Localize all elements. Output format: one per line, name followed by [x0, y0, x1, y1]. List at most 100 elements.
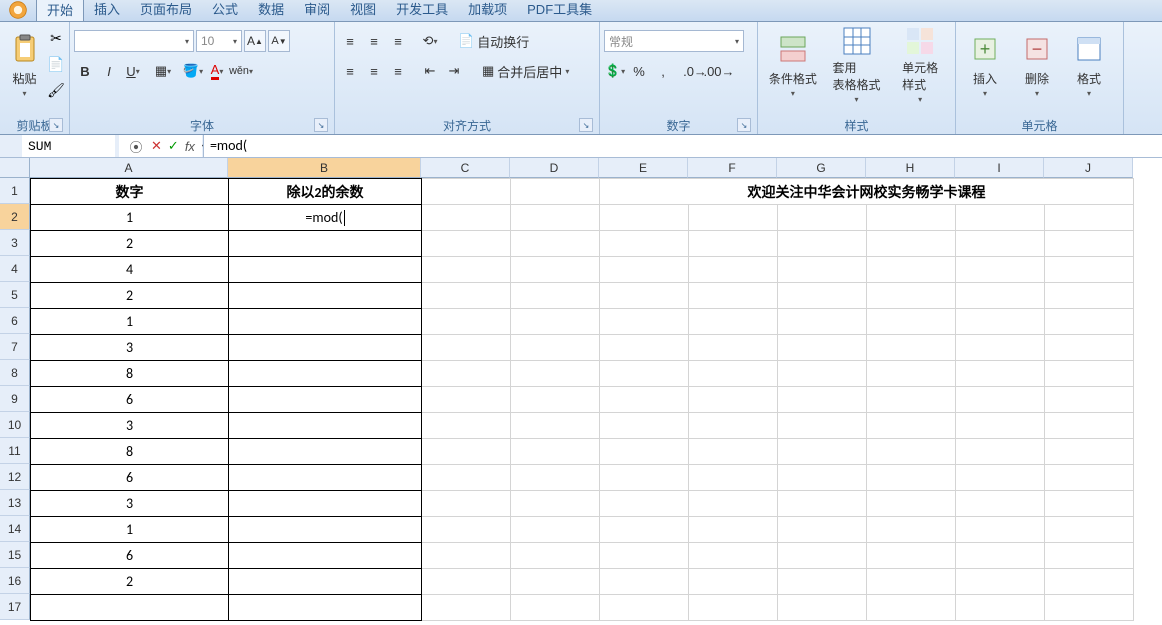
cell-G11[interactable]: [778, 439, 867, 465]
cell-A3[interactable]: 2: [31, 231, 229, 257]
cell-E3[interactable]: [600, 231, 689, 257]
dialog-launcher-icon[interactable]: ↘: [49, 118, 63, 132]
cell-E8[interactable]: [600, 361, 689, 387]
cell-J11[interactable]: [1045, 439, 1134, 465]
cell-H6[interactable]: [867, 309, 956, 335]
cell-I16[interactable]: [956, 569, 1045, 595]
cell-D11[interactable]: [511, 439, 600, 465]
cell-B5[interactable]: [229, 283, 422, 309]
cell-C15[interactable]: [422, 543, 511, 569]
cell-A17[interactable]: [31, 595, 229, 621]
cell-J4[interactable]: [1045, 257, 1134, 283]
cell-E9[interactable]: [600, 387, 689, 413]
cell-D14[interactable]: [511, 517, 600, 543]
cell-F7[interactable]: [689, 335, 778, 361]
align-bottom-icon[interactable]: ≡: [387, 30, 409, 52]
cell-B15[interactable]: [229, 543, 422, 569]
underline-button[interactable]: U▾: [122, 60, 144, 82]
cell-H12[interactable]: [867, 465, 956, 491]
cell-C7[interactable]: [422, 335, 511, 361]
enter-icon[interactable]: [168, 138, 179, 154]
row-header-16[interactable]: 16: [0, 568, 30, 594]
cell-E13[interactable]: [600, 491, 689, 517]
cell-G5[interactable]: [778, 283, 867, 309]
fx-icon[interactable]: fx: [185, 139, 195, 154]
number-format-combo[interactable]: 常规▾: [604, 30, 744, 52]
cell-J14[interactable]: [1045, 517, 1134, 543]
cell-H11[interactable]: [867, 439, 956, 465]
cell-styles-button[interactable]: 单元格 样式▾: [889, 24, 951, 104]
cell-F13[interactable]: [689, 491, 778, 517]
cell-E6[interactable]: [600, 309, 689, 335]
cell-F16[interactable]: [689, 569, 778, 595]
row-header-8[interactable]: 8: [0, 360, 30, 386]
column-header-A[interactable]: A: [30, 158, 228, 178]
cell-J13[interactable]: [1045, 491, 1134, 517]
cell-C14[interactable]: [422, 517, 511, 543]
cell-J12[interactable]: [1045, 465, 1134, 491]
cell-A6[interactable]: 1: [31, 309, 229, 335]
cell-F3[interactable]: [689, 231, 778, 257]
cell-F14[interactable]: [689, 517, 778, 543]
row-header-5[interactable]: 5: [0, 282, 30, 308]
cell-B12[interactable]: [229, 465, 422, 491]
row-header-11[interactable]: 11: [0, 438, 30, 464]
cell-I5[interactable]: [956, 283, 1045, 309]
office-button[interactable]: [0, 0, 36, 21]
accounting-format-icon[interactable]: 💲▾: [604, 60, 626, 82]
worksheet-grid[interactable]: ABCDEFGHIJ 1234567891011121314151617 数字除…: [0, 158, 1162, 625]
cell-G4[interactable]: [778, 257, 867, 283]
cell-A4[interactable]: 4: [31, 257, 229, 283]
cell-C17[interactable]: [422, 595, 511, 621]
cell-B14[interactable]: [229, 517, 422, 543]
cell-G15[interactable]: [778, 543, 867, 569]
cell-H4[interactable]: [867, 257, 956, 283]
align-middle-icon[interactable]: ≡: [363, 30, 385, 52]
cell-G13[interactable]: [778, 491, 867, 517]
cell-D15[interactable]: [511, 543, 600, 569]
cell-D4[interactable]: [511, 257, 600, 283]
cell-I14[interactable]: [956, 517, 1045, 543]
dialog-launcher-icon[interactable]: ↘: [579, 118, 593, 132]
cell-C11[interactable]: [422, 439, 511, 465]
row-header-4[interactable]: 4: [0, 256, 30, 282]
cell-D10[interactable]: [511, 413, 600, 439]
cell-B2[interactable]: =mod(: [229, 205, 422, 231]
cell-H10[interactable]: [867, 413, 956, 439]
tab-4[interactable]: 数据: [248, 0, 294, 21]
cell-F10[interactable]: [689, 413, 778, 439]
cell-F17[interactable]: [689, 595, 778, 621]
cell-D7[interactable]: [511, 335, 600, 361]
row-header-14[interactable]: 14: [0, 516, 30, 542]
cell-G12[interactable]: [778, 465, 867, 491]
cell-J3[interactable]: [1045, 231, 1134, 257]
tab-6[interactable]: 视图: [340, 0, 386, 21]
column-header-H[interactable]: H: [866, 158, 955, 178]
cell-D16[interactable]: [511, 569, 600, 595]
cell-E12[interactable]: [600, 465, 689, 491]
cell-D3[interactable]: [511, 231, 600, 257]
insert-cells-button[interactable]: + 插入▾: [960, 24, 1010, 104]
cell-A9[interactable]: 6: [31, 387, 229, 413]
tab-5[interactable]: 审阅: [294, 0, 340, 21]
phonetic-button[interactable]: wěn▾: [230, 60, 252, 82]
cell-B8[interactable]: [229, 361, 422, 387]
cell-J15[interactable]: [1045, 543, 1134, 569]
cell-I17[interactable]: [956, 595, 1045, 621]
cells-area[interactable]: 数字除以2的余数欢迎关注中华会计网校实务畅学卡课程1=mod(242138638…: [30, 178, 1134, 621]
cell-I9[interactable]: [956, 387, 1045, 413]
cell-H14[interactable]: [867, 517, 956, 543]
cell-A1[interactable]: 数字: [31, 179, 229, 205]
cell-D17[interactable]: [511, 595, 600, 621]
row-header-1[interactable]: 1: [0, 178, 30, 204]
cell-I11[interactable]: [956, 439, 1045, 465]
cell-C12[interactable]: [422, 465, 511, 491]
bold-button[interactable]: B: [74, 60, 96, 82]
cell-D5[interactable]: [511, 283, 600, 309]
cell-A5[interactable]: 2: [31, 283, 229, 309]
cell-A14[interactable]: 1: [31, 517, 229, 543]
font-color-button[interactable]: A▾: [206, 60, 228, 82]
cell-J17[interactable]: [1045, 595, 1134, 621]
cell-H15[interactable]: [867, 543, 956, 569]
cell-J8[interactable]: [1045, 361, 1134, 387]
